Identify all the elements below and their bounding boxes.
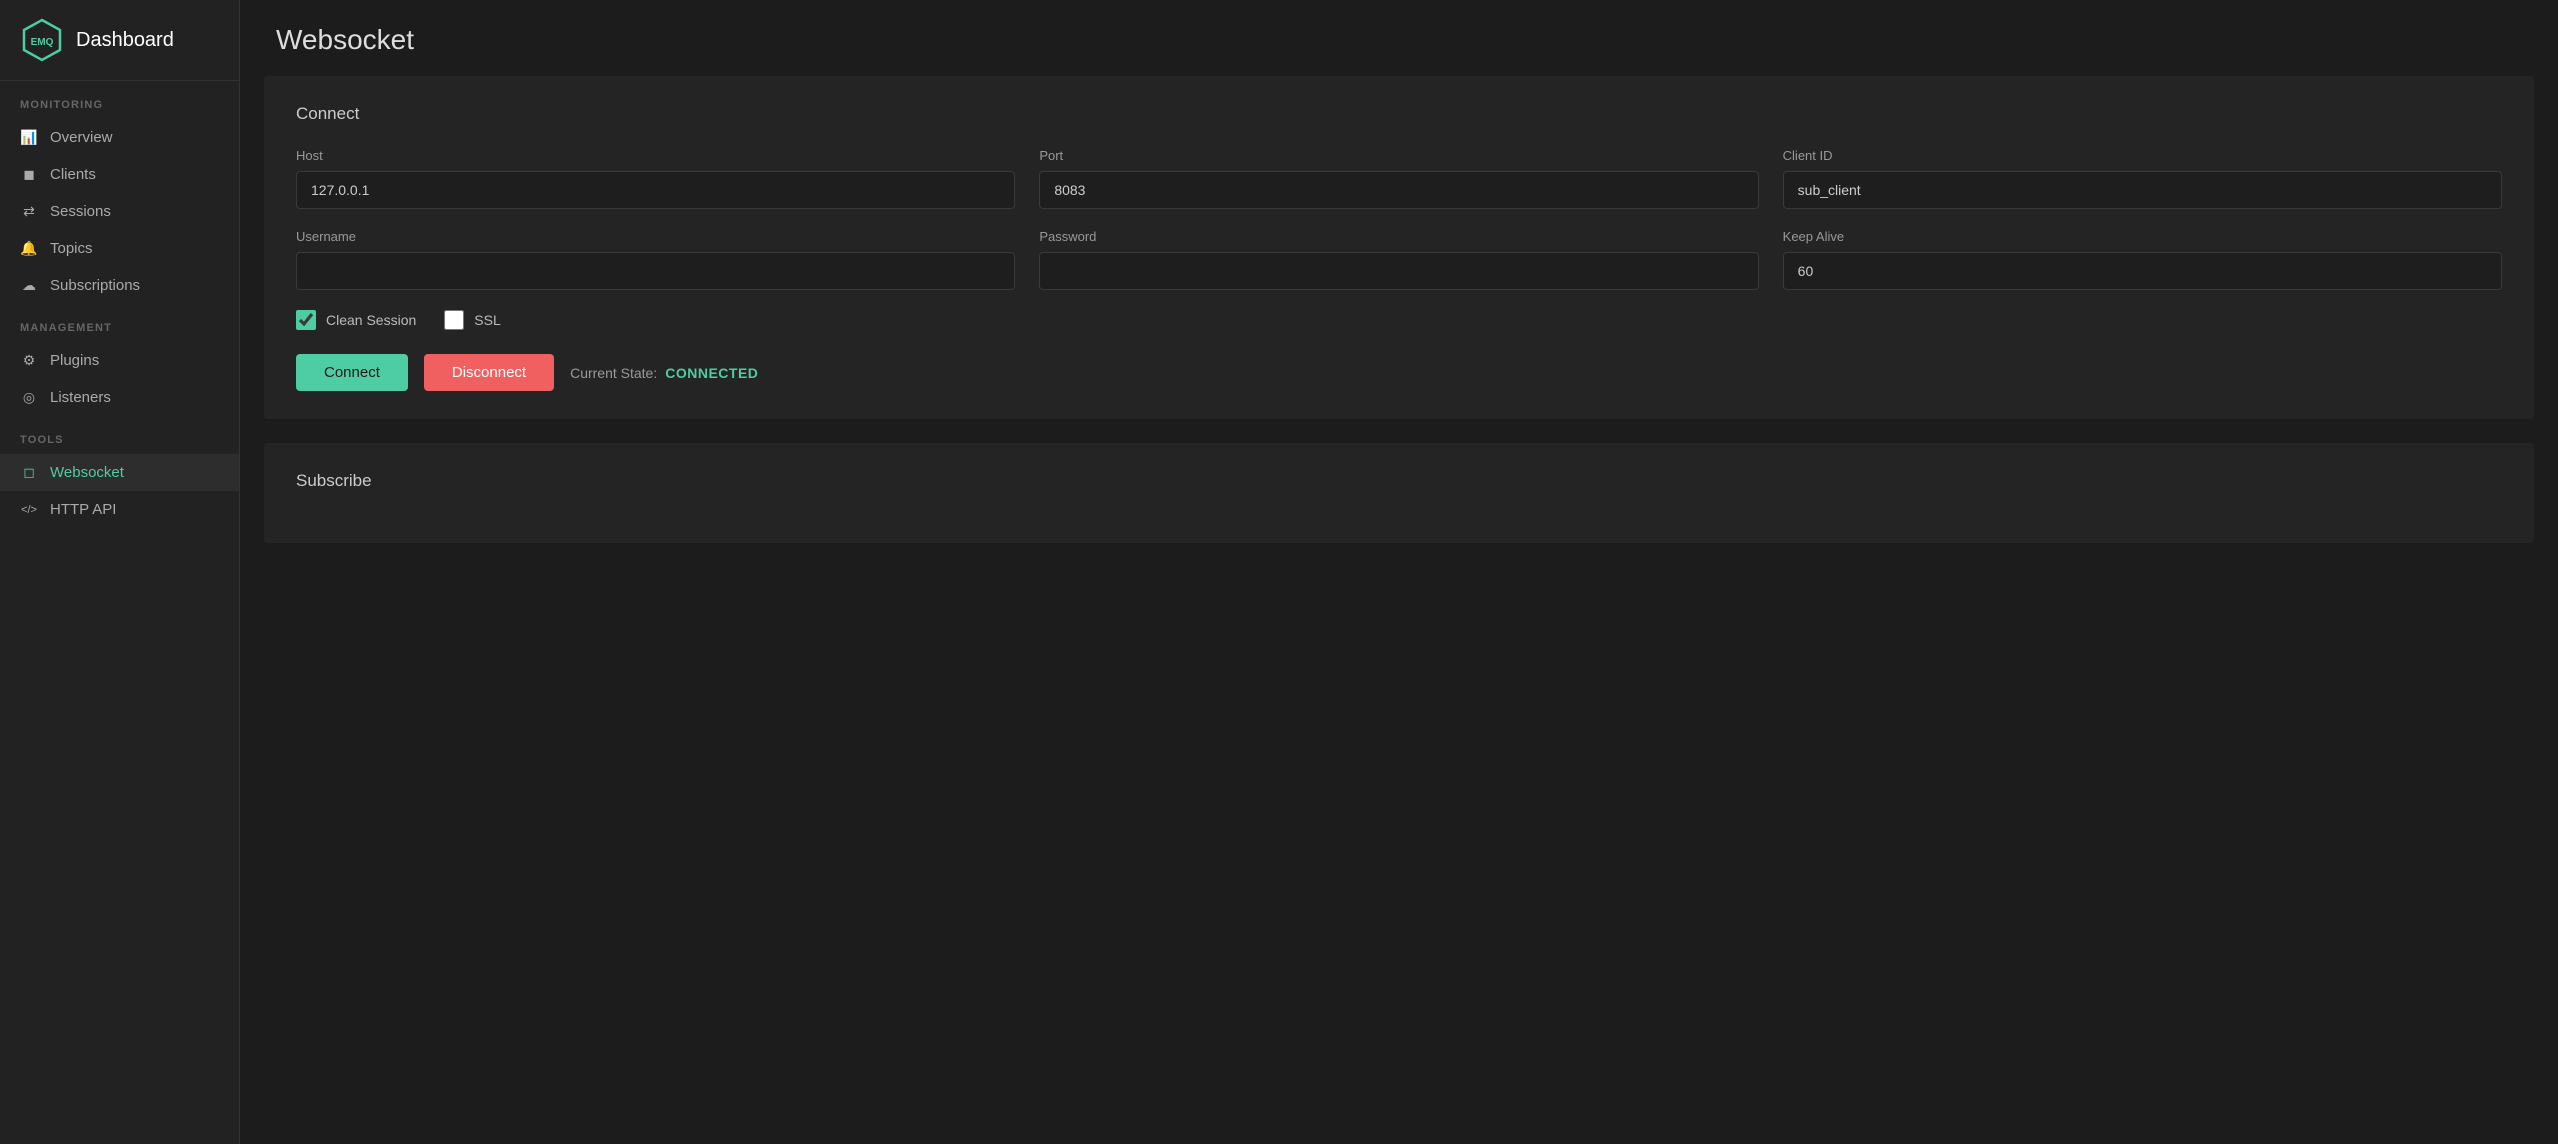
host-input[interactable] (296, 171, 1015, 209)
sidebar-item-plugins[interactable]: ⚙ Plugins (0, 342, 239, 379)
client-id-input[interactable] (1783, 171, 2502, 209)
websocket-icon: ◻ (20, 464, 38, 481)
http-api-icon: </> (20, 504, 38, 516)
host-label: Host (296, 148, 1015, 163)
current-state-label: Current State: (570, 365, 657, 381)
emq-logo-icon: EMQ (20, 18, 64, 62)
tools-section-label: TOOLS (0, 416, 239, 454)
clean-session-checkbox-item[interactable]: Clean Session (296, 310, 416, 330)
ssl-checkbox[interactable] (444, 310, 464, 330)
connect-row-2: Username Password Keep Alive (296, 229, 2502, 290)
subscriptions-icon: ☁ (20, 277, 38, 294)
sidebar-item-label: Plugins (50, 352, 99, 369)
connect-card-title: Connect (296, 104, 2502, 124)
keep-alive-input[interactable] (1783, 252, 2502, 290)
keep-alive-label: Keep Alive (1783, 229, 2502, 244)
sidebar-item-http-api[interactable]: </> HTTP API (0, 491, 239, 528)
username-label: Username (296, 229, 1015, 244)
sidebar-section-management: MANAGEMENT ⚙ Plugins ◎ Listeners (0, 304, 239, 416)
sidebar-section-tools: TOOLS ◻ Websocket </> HTTP API (0, 416, 239, 528)
disconnect-button[interactable]: Disconnect (424, 354, 554, 391)
host-group: Host (296, 148, 1015, 209)
port-label: Port (1039, 148, 1758, 163)
subscribe-card: Subscribe (264, 443, 2534, 543)
sidebar-item-label: Overview (50, 129, 113, 146)
current-state-value: CONNECTED (665, 365, 758, 381)
page-title: Websocket (276, 24, 2522, 56)
sidebar-item-clients[interactable]: ◼ Clients (0, 156, 239, 193)
sidebar-item-label: HTTP API (50, 501, 116, 518)
page-header: Websocket (240, 0, 2558, 76)
svg-text:EMQ: EMQ (31, 37, 54, 48)
clean-session-label: Clean Session (326, 312, 416, 328)
port-input[interactable] (1039, 171, 1758, 209)
sidebar-item-label: Websocket (50, 464, 124, 481)
connect-card: Connect Host Port Client ID Username Pas… (264, 76, 2534, 419)
connect-row-1: Host Port Client ID (296, 148, 2502, 209)
dashboard-label: Dashboard (76, 29, 174, 52)
clean-session-checkbox[interactable] (296, 310, 316, 330)
overview-icon: 📊 (20, 129, 38, 146)
main-content: Websocket Connect Host Port Client ID Us… (240, 0, 2558, 1144)
sidebar-item-subscriptions[interactable]: ☁ Subscriptions (0, 267, 239, 304)
sidebar-item-label: Listeners (50, 389, 111, 406)
sidebar-section-monitoring: MONITORING 📊 Overview ◼ Clients ⇄ Sessio… (0, 81, 239, 304)
sidebar-item-label: Topics (50, 240, 93, 257)
ssl-checkbox-item[interactable]: SSL (444, 310, 500, 330)
sidebar-item-topics[interactable]: 🔔 Topics (0, 230, 239, 267)
sidebar-item-label: Subscriptions (50, 277, 140, 294)
sidebar-item-label: Sessions (50, 203, 111, 220)
ssl-label: SSL (474, 312, 500, 328)
sidebar-item-websocket[interactable]: ◻ Websocket (0, 454, 239, 491)
username-input[interactable] (296, 252, 1015, 290)
sidebar-item-sessions[interactable]: ⇄ Sessions (0, 193, 239, 230)
client-id-group: Client ID (1783, 148, 2502, 209)
sidebar-item-label: Clients (50, 166, 96, 183)
current-state: Current State: CONNECTED (570, 365, 758, 381)
subscribe-card-title: Subscribe (296, 471, 2502, 491)
sidebar-item-overview[interactable]: 📊 Overview (0, 119, 239, 156)
checkbox-row: Clean Session SSL (296, 310, 2502, 330)
button-row: Connect Disconnect Current State: CONNEC… (296, 354, 2502, 391)
connect-button[interactable]: Connect (296, 354, 408, 391)
sidebar-item-listeners[interactable]: ◎ Listeners (0, 379, 239, 416)
clients-icon: ◼ (20, 166, 38, 183)
username-group: Username (296, 229, 1015, 290)
keep-alive-group: Keep Alive (1783, 229, 2502, 290)
sidebar-logo: EMQ Dashboard (0, 0, 239, 81)
sidebar: EMQ Dashboard MONITORING 📊 Overview ◼ Cl… (0, 0, 240, 1144)
password-group: Password (1039, 229, 1758, 290)
plugins-icon: ⚙ (20, 352, 38, 369)
sessions-icon: ⇄ (20, 203, 38, 220)
password-label: Password (1039, 229, 1758, 244)
client-id-label: Client ID (1783, 148, 2502, 163)
port-group: Port (1039, 148, 1758, 209)
monitoring-section-label: MONITORING (0, 81, 239, 119)
listeners-icon: ◎ (20, 389, 38, 406)
management-section-label: MANAGEMENT (0, 304, 239, 342)
password-input[interactable] (1039, 252, 1758, 290)
topics-icon: 🔔 (20, 240, 38, 257)
